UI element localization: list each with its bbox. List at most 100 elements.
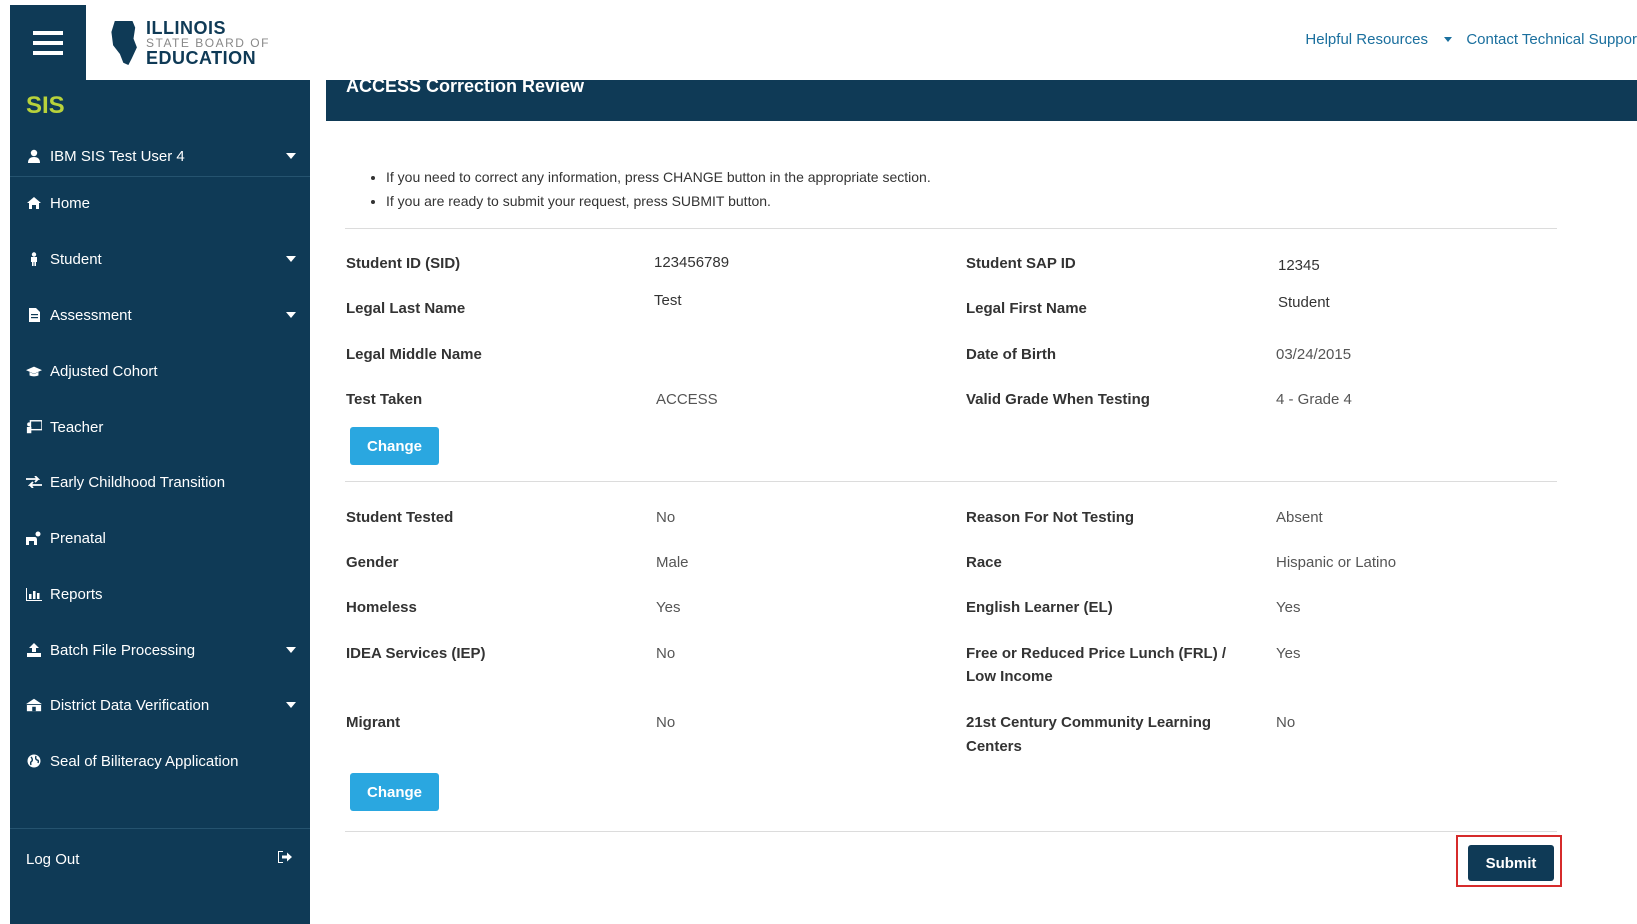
hamburger-icon — [33, 30, 63, 55]
top-links: Helpful Resources Contact Technical Supp… — [1305, 31, 1637, 48]
sign-out-icon — [278, 851, 292, 863]
sidebar-item-reports[interactable]: Reports — [10, 574, 310, 614]
page-title: ACCESS Correction Review — [346, 76, 585, 96]
field-label: IDEA Services (IEP) — [346, 645, 486, 662]
sidebar-item-label: Assessment — [50, 306, 132, 324]
field-value-student-tested: No — [656, 509, 676, 526]
chevron-down-icon — [286, 256, 296, 262]
divider — [345, 228, 1557, 229]
divider — [345, 481, 1557, 482]
sidebar-item-label: District Data Verification — [50, 696, 210, 714]
field-value-cclc: No — [1276, 714, 1296, 731]
sidebar-item-district-data[interactable]: District Data Verification — [10, 685, 310, 725]
field-value-homeless: Yes — [656, 599, 681, 616]
caret-down-icon[interactable] — [1444, 36, 1453, 42]
field-value-gender: Male — [656, 554, 689, 571]
prenatal-icon — [26, 530, 42, 546]
logo-line-1: ILLINOIS — [146, 18, 226, 38]
sidebar-item-label: Seal of Biliteracy Application — [50, 752, 239, 770]
field-label: Student ID (SID) — [346, 255, 461, 272]
field-value-reason: Absent — [1276, 509, 1323, 526]
isbe-logo[interactable]: ILLINOIS STATE BOARD OF EDUCATION — [108, 18, 270, 68]
field-label: Legal Last Name — [346, 300, 466, 317]
field-label: Centers — [966, 738, 1022, 755]
submit-highlight: Submit — [1456, 835, 1562, 887]
sidebar-item-label: Batch File Processing — [50, 641, 196, 659]
field-label: Student SAP ID — [966, 255, 1076, 272]
app-name: SIS — [26, 92, 65, 119]
sidebar-item-label: Home — [50, 194, 91, 212]
change-button[interactable]: Change — [350, 427, 439, 465]
instructions-list: If you need to correct any information, … — [370, 165, 931, 213]
sidebar-item-home[interactable]: Home — [10, 183, 310, 223]
logout-button[interactable]: Log Out — [10, 828, 310, 889]
instruction-change: If you need to correct any information, … — [386, 165, 931, 189]
field-label: Homeless — [346, 599, 417, 616]
divider — [345, 831, 1557, 832]
home-icon — [26, 195, 42, 211]
field-label: Student Tested — [346, 509, 454, 526]
globe-icon — [26, 753, 42, 769]
field-value-sap-id: 12345 — [1278, 257, 1320, 274]
field-value-first-name: Student — [1278, 294, 1330, 311]
logout-label: Log Out — [26, 850, 80, 868]
instruction-submit: If you are ready to submit your request,… — [386, 189, 931, 213]
sidebar-item-label: Prenatal — [50, 529, 106, 547]
chevron-down-icon — [286, 312, 296, 318]
student-icon — [26, 251, 42, 267]
field-label: Race — [966, 554, 1002, 571]
page-header: ACCESS Correction Review — [326, 76, 1637, 121]
chevron-down-icon — [286, 702, 296, 708]
sidebar-item-label: Student — [50, 250, 102, 268]
helpful-resources-link[interactable]: Helpful Resources — [1305, 31, 1428, 48]
field-value-migrant: No — [656, 714, 676, 731]
sidebar-item-batch-file[interactable]: Batch File Processing — [10, 630, 310, 670]
logo-line-3: EDUCATION — [146, 48, 257, 68]
field-value-last-name: Test — [654, 292, 682, 309]
field-label: Reason For Not Testing — [966, 509, 1135, 526]
field-value-sid: 123456789 — [654, 254, 730, 271]
teacher-icon — [26, 419, 42, 435]
field-label: 21st Century Community Learning — [966, 714, 1212, 731]
sidebar-item-student[interactable]: Student — [10, 239, 310, 279]
sidebar-item-early-childhood[interactable]: Early Childhood Transition — [10, 462, 310, 502]
sidebar-item-seal-biliteracy[interactable]: Seal of Biliteracy Application — [10, 741, 310, 781]
sidebar-item-label: Reports — [50, 585, 103, 603]
field-label: Legal First Name — [966, 300, 1087, 317]
user-menu[interactable]: IBM SIS Test User 4 — [10, 136, 310, 177]
field-label: Gender — [346, 554, 399, 571]
chart-icon — [26, 586, 42, 602]
field-value-iep: No — [656, 645, 676, 662]
sidebar-item-label: Adjusted Cohort — [50, 362, 158, 380]
chevron-down-icon — [286, 647, 296, 653]
field-value-test-taken: ACCESS — [656, 391, 718, 408]
contact-support-link[interactable]: Contact Technical Suppor — [1466, 31, 1637, 48]
sidebar-item-prenatal[interactable]: Prenatal — [10, 518, 310, 558]
sidebar-item-assessment[interactable]: Assessment — [10, 295, 310, 335]
user-icon — [26, 148, 42, 164]
change-button[interactable]: Change — [350, 773, 439, 811]
exchange-icon — [26, 474, 42, 490]
user-name: IBM SIS Test User 4 — [50, 147, 185, 165]
field-value-race: Hispanic or Latino — [1276, 554, 1397, 571]
field-label: Low Income — [966, 668, 1053, 685]
field-label: Free or Reduced Price Lunch (FRL) / — [966, 645, 1227, 662]
field-value-el: Yes — [1276, 599, 1301, 616]
building-icon — [26, 697, 42, 713]
chevron-down-icon — [286, 153, 296, 159]
field-label: Valid Grade When Testing — [966, 391, 1150, 408]
field-label: English Learner (EL) — [966, 599, 1113, 616]
upload-icon — [26, 642, 42, 658]
field-value-grade: 4 - Grade 4 — [1276, 391, 1352, 408]
menu-toggle-button[interactable] — [10, 5, 86, 80]
illinois-state-icon — [111, 21, 137, 65]
graduation-cap-icon — [26, 363, 42, 379]
field-label: Test Taken — [346, 391, 423, 408]
submit-button[interactable]: Submit — [1468, 845, 1554, 881]
field-value-dob: 03/24/2015 — [1276, 346, 1352, 363]
sidebar-item-adjusted-cohort[interactable]: Adjusted Cohort — [10, 351, 310, 391]
top-bar: ILLINOIS STATE BOARD OF EDUCATION Helpfu… — [0, 0, 1637, 80]
field-value-frl: Yes — [1276, 645, 1301, 662]
sidebar-item-teacher[interactable]: Teacher — [10, 407, 310, 447]
sidebar: SIS IBM SIS Test User 4 Home Student Ass… — [10, 80, 310, 924]
